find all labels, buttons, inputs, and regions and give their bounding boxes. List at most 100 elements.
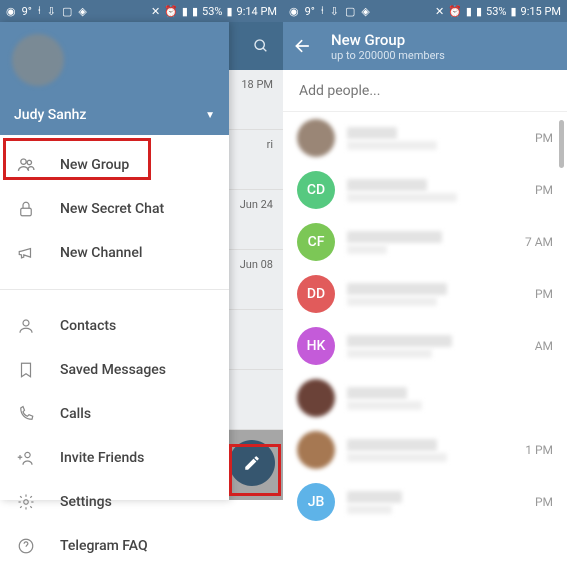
contact-name-blurred bbox=[347, 335, 452, 347]
status-bar: ◉ 9° ⍿ ⇩ ▢ ◈ ✕ ⏰ ▮ ▮ 53% ▮ 9:14 PM bbox=[0, 0, 283, 22]
hand-icon: ◈ bbox=[78, 5, 86, 18]
background-chat-list: 18 PM ri Jun 24 Jun 08 bbox=[229, 22, 283, 500]
contact-avatar-initials: JB bbox=[297, 483, 335, 521]
contact-info bbox=[347, 491, 523, 514]
contact-info bbox=[347, 439, 513, 462]
menu-saved-messages[interactable]: Saved Messages bbox=[0, 348, 229, 392]
group-icon bbox=[16, 155, 36, 175]
battery-percent: 53% bbox=[202, 5, 222, 18]
contact-avatar-initials: CD bbox=[297, 171, 335, 209]
contact-name-blurred bbox=[347, 439, 437, 451]
contact-row[interactable]: CF7 AM bbox=[283, 216, 567, 268]
menu-label: Contacts bbox=[60, 318, 116, 334]
compose-fab[interactable] bbox=[229, 440, 275, 486]
contact-status-blurred bbox=[347, 401, 422, 410]
contact-avatar-photo bbox=[297, 379, 335, 417]
status-bar: ◉ 9° ⍿ ⇩ ▢ ◈ ✕ ⏰ ▮ ▮ 53% ▮ 9:15 PM bbox=[283, 0, 567, 22]
menu-new-channel[interactable]: New Channel bbox=[0, 231, 229, 275]
user-avatar[interactable] bbox=[12, 34, 64, 86]
contact-status-blurred bbox=[347, 297, 437, 306]
search-row[interactable] bbox=[283, 70, 567, 112]
contact-name-blurred bbox=[347, 387, 407, 399]
bookmark-icon bbox=[16, 361, 36, 379]
location-icon: ◉ bbox=[6, 5, 16, 18]
navigation-drawer: Judy Sanhz ▼ New Group New Secret Chat bbox=[0, 22, 229, 500]
signal-icon: ▮ bbox=[192, 5, 198, 18]
main-header bbox=[229, 22, 283, 70]
contact-time: 1 PM bbox=[525, 443, 553, 457]
drawer-header[interactable]: Judy Sanhz ▼ bbox=[0, 22, 229, 135]
contact-row[interactable]: 1 PM bbox=[283, 424, 567, 476]
add-people-input[interactable] bbox=[299, 83, 551, 99]
header-title: New Group bbox=[331, 31, 445, 49]
contact-avatar-initials: DD bbox=[297, 275, 335, 313]
contact-status-blurred bbox=[347, 193, 457, 202]
menu-label: New Secret Chat bbox=[60, 201, 164, 217]
contact-avatar-photo bbox=[297, 119, 335, 157]
contact-status-blurred bbox=[347, 505, 392, 514]
contact-row[interactable]: DD PM bbox=[283, 268, 567, 320]
battery-icon: ▮ bbox=[510, 5, 516, 18]
contact-avatar-initials: CF bbox=[297, 223, 335, 261]
signal-icon: ▮ bbox=[466, 5, 472, 18]
menu-label: Saved Messages bbox=[60, 362, 166, 378]
menu-contacts[interactable]: Contacts bbox=[0, 304, 229, 348]
menu-settings[interactable]: Settings bbox=[0, 480, 229, 524]
contact-name-blurred bbox=[347, 283, 447, 295]
contact-time: PM bbox=[535, 287, 553, 301]
contact-row[interactable]: CD PM bbox=[283, 164, 567, 216]
download-icon: ⇩ bbox=[47, 5, 56, 18]
menu-calls[interactable]: Calls bbox=[0, 392, 229, 436]
screen-icon: ▢ bbox=[345, 5, 355, 18]
battery-icon: ▮ bbox=[226, 5, 232, 18]
gear-icon bbox=[16, 493, 36, 511]
menu-secret-chat[interactable]: New Secret Chat bbox=[0, 187, 229, 231]
contact-info bbox=[347, 231, 513, 254]
menu-label: Calls bbox=[60, 406, 91, 422]
new-group-header: New Group up to 200000 members bbox=[283, 22, 567, 70]
search-icon[interactable] bbox=[253, 38, 269, 54]
person-icon bbox=[16, 317, 36, 335]
contact-row[interactable] bbox=[283, 372, 567, 424]
contact-row[interactable]: HKAM bbox=[283, 320, 567, 372]
menu-label: Invite Friends bbox=[60, 450, 144, 466]
help-icon bbox=[16, 537, 36, 555]
divider bbox=[0, 289, 229, 290]
menu-invite-friends[interactable]: Invite Friends bbox=[0, 436, 229, 480]
scrollbar[interactable] bbox=[559, 120, 564, 168]
add-person-icon bbox=[16, 449, 36, 467]
mic-icon: ⍿ bbox=[38, 4, 41, 18]
screen-icon: ▢ bbox=[62, 5, 72, 18]
alarm-icon: ⏰ bbox=[448, 5, 462, 18]
contact-info bbox=[347, 335, 523, 358]
contact-name-blurred bbox=[347, 127, 397, 139]
battery-percent: 53% bbox=[486, 5, 506, 18]
signal-icon: ▮ bbox=[182, 5, 188, 18]
contact-name-blurred bbox=[347, 491, 402, 503]
header-subtitle: up to 200000 members bbox=[331, 49, 445, 62]
contact-list[interactable]: PM CD PM CF7 AM DD PM HKAM 1 PM JB PM bbox=[283, 112, 567, 528]
signal-icon: ▮ bbox=[476, 5, 482, 18]
lock-icon bbox=[16, 200, 36, 218]
contact-status-blurred bbox=[347, 349, 432, 358]
location-icon: ◉ bbox=[289, 5, 299, 18]
menu-label: New Channel bbox=[60, 245, 142, 261]
temperature: 9° bbox=[305, 5, 315, 18]
contact-time: PM bbox=[535, 183, 553, 197]
contact-info bbox=[347, 179, 523, 202]
menu-faq[interactable]: Telegram FAQ bbox=[0, 524, 229, 568]
back-arrow-icon[interactable] bbox=[293, 36, 313, 56]
phone-icon bbox=[16, 405, 36, 423]
contact-info bbox=[347, 127, 523, 150]
contact-time: PM bbox=[535, 495, 553, 509]
chevron-down-icon[interactable]: ▼ bbox=[205, 110, 215, 121]
menu-new-group[interactable]: New Group bbox=[0, 143, 229, 187]
contact-info bbox=[347, 387, 541, 410]
contact-name-blurred bbox=[347, 179, 427, 191]
contact-row[interactable]: PM bbox=[283, 112, 567, 164]
contact-avatar-photo bbox=[297, 431, 335, 469]
menu-label: New Group bbox=[60, 157, 129, 173]
contact-time: PM bbox=[535, 131, 553, 145]
contact-row[interactable]: JB PM bbox=[283, 476, 567, 528]
hand-icon: ◈ bbox=[361, 5, 369, 18]
